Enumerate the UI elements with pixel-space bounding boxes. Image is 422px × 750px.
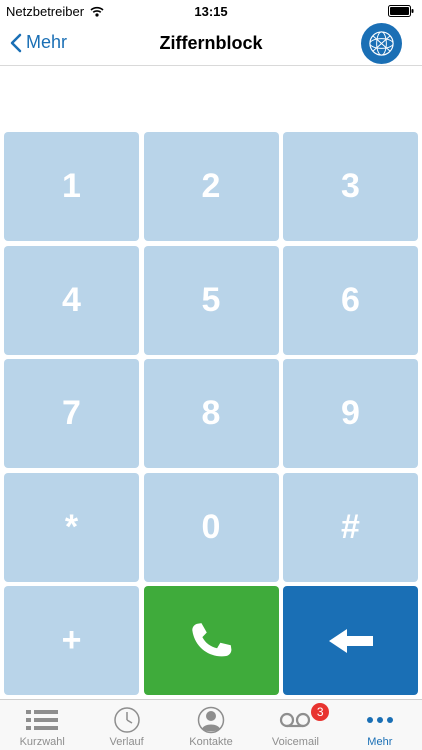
voicemail-badge: 3 — [311, 703, 330, 721]
key-6[interactable]: 6 — [283, 245, 418, 355]
key-9[interactable]: 9 — [283, 359, 418, 468]
key-4[interactable]: 4 — [4, 245, 139, 355]
tab-label: Verlauf — [109, 736, 144, 748]
backspace-button[interactable] — [283, 586, 418, 695]
key-1[interactable]: 1 — [4, 132, 139, 241]
status-time: 13:15 — [194, 4, 228, 19]
key-3[interactable]: 3 — [283, 132, 418, 241]
tab-label: Kontakte — [189, 736, 233, 748]
phone-icon — [192, 622, 232, 656]
key-2[interactable]: 2 — [143, 132, 279, 241]
tab-mehr[interactable]: Mehr — [338, 700, 422, 750]
tab-label: Kurzwahl — [19, 736, 65, 748]
arrow-left-icon — [328, 628, 373, 653]
tab-label: Mehr — [367, 736, 393, 748]
status-bar: Netzbetreiber 13:15 — [0, 0, 422, 22]
globe-icon — [369, 31, 394, 56]
call-button[interactable] — [143, 586, 279, 695]
navigation-bar: Mehr Ziffernblock — [0, 22, 422, 66]
voicemail-icon — [278, 706, 312, 734]
tab-bar: Kurzwahl Verlauf Kontakte 3 Voicemail Me… — [0, 699, 422, 750]
key-hash[interactable]: # — [283, 472, 418, 582]
more-icon — [363, 706, 397, 734]
clock-icon — [110, 706, 144, 734]
key-star[interactable]: * — [4, 472, 139, 582]
globe-logo-button[interactable] — [361, 23, 402, 64]
list-icon — [25, 706, 59, 734]
tab-verlauf[interactable]: Verlauf — [84, 700, 168, 750]
keypad: 1 2 3 4 5 6 7 8 9 * 0 # + — [4, 132, 418, 696]
tab-voicemail[interactable]: 3 Voicemail — [253, 700, 337, 750]
tab-label: Voicemail — [271, 736, 319, 748]
key-plus[interactable]: + — [4, 586, 139, 695]
contact-icon — [194, 706, 228, 734]
key-0[interactable]: 0 — [143, 472, 279, 582]
number-display — [0, 67, 422, 131]
key-8[interactable]: 8 — [143, 359, 279, 468]
page-title: Ziffernblock — [159, 33, 263, 53]
tab-kurzwahl[interactable]: Kurzwahl — [0, 700, 84, 750]
battery-icon — [388, 5, 414, 17]
key-7[interactable]: 7 — [4, 359, 139, 468]
tab-kontakte[interactable]: Kontakte — [169, 700, 253, 750]
key-5[interactable]: 5 — [143, 245, 279, 355]
